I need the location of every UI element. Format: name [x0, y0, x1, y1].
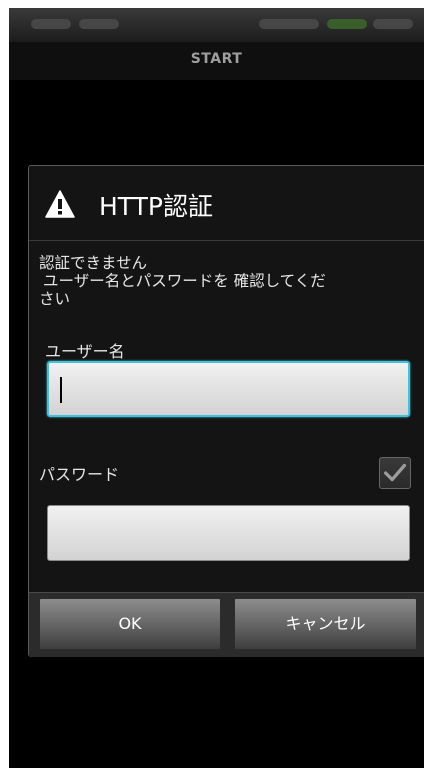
battery-icon [327, 19, 367, 29]
app-title: START [190, 51, 243, 67]
error-message-line-3: さい [39, 290, 71, 308]
username-input[interactable] [47, 361, 410, 417]
dialog-header: HTTP認証 [29, 166, 424, 241]
ok-button[interactable]: OK [39, 598, 221, 650]
clock-indicator [373, 19, 413, 29]
http-auth-dialog: HTTP認証 認証できません ユーザー名とパスワードを 確認してくだ さい ユー… [28, 165, 424, 657]
error-message-line-1: 認証できません [39, 254, 148, 272]
app-title-bar: START [9, 42, 424, 80]
status-icons-left [31, 19, 71, 29]
dialog-button-bar: OK キャンセル [29, 592, 424, 657]
dialog-title: HTTP認証 [99, 192, 213, 221]
error-message: 認証できません ユーザー名とパスワードを 確認してくだ さい [39, 254, 417, 308]
status-icons-left-2 [79, 19, 119, 29]
error-message-line-2: ユーザー名とパスワードを 確認してくだ [43, 272, 326, 290]
username-label: ユーザー名 [45, 342, 125, 361]
show-password-checkbox[interactable] [379, 457, 411, 489]
password-input[interactable] [47, 505, 410, 561]
cancel-button[interactable]: キャンセル [234, 598, 417, 650]
phone-screen: START HTTP認証 認証できません ユーザー名とパスワードを 確認してくだ… [9, 8, 424, 768]
checkmark-icon [383, 463, 407, 482]
text-cursor [60, 377, 62, 403]
status-bar [9, 8, 424, 42]
warning-triangle-icon [45, 190, 75, 218]
password-label: パスワード [39, 465, 120, 484]
status-icons-right [259, 19, 319, 29]
